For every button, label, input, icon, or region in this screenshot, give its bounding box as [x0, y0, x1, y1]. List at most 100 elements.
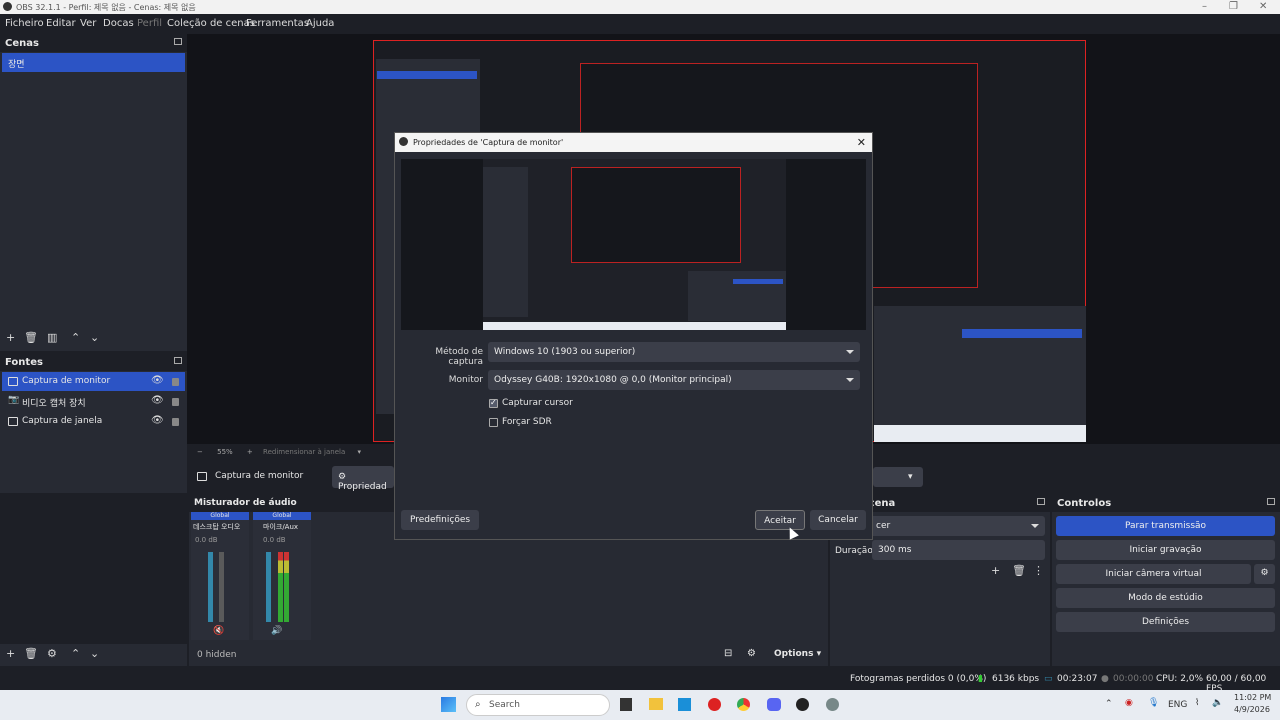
chevron-up-icon[interactable]: ⌃	[1105, 699, 1113, 709]
lock-icon[interactable]	[172, 418, 179, 426]
tray-app-icon[interactable]: ◉	[1125, 698, 1133, 708]
studio-mode-button[interactable]: Modo de estúdio	[1056, 588, 1275, 608]
clock-time[interactable]: 11:02 PM	[1234, 693, 1271, 702]
virtual-camera-settings-gear-icon[interactable]: ⚙	[1254, 564, 1275, 584]
properties-button[interactable]: ⚙ Propriedad	[332, 466, 394, 492]
camera-icon: 📷	[8, 395, 20, 405]
mini-taskbar	[874, 425, 1086, 442]
settings-taskbar-icon[interactable]	[826, 698, 839, 711]
capture-cursor-checkbox[interactable]	[489, 398, 498, 408]
dialog-preview	[401, 159, 866, 330]
store-icon[interactable]	[678, 698, 691, 711]
menu-ferramentas[interactable]: Ferramentas	[246, 18, 309, 29]
task-view-icon[interactable]	[620, 698, 632, 711]
window-titlebar: OBS 32.1.1 - Perfil: 제목 없음 - Cenas: 제목 없…	[0, 0, 1280, 14]
menu-colecao-cenas[interactable]: Coleção de cenas	[167, 18, 255, 29]
float-icon[interactable]	[1037, 498, 1045, 505]
trash-icon[interactable]: 🗑	[1012, 564, 1026, 577]
add-icon[interactable]: +	[6, 647, 15, 660]
toolbar-dropdown[interactable]: ▾	[873, 467, 923, 487]
options-button[interactable]: Options ▾	[774, 649, 821, 659]
controls-title: Controlos	[1052, 494, 1280, 512]
eye-icon[interactable]: 👁	[151, 395, 164, 406]
capture-cursor-label[interactable]: Capturar cursor	[502, 398, 573, 408]
channel-name[interactable]: 마이크/Aux	[263, 522, 298, 532]
menu-ficheiro[interactable]: Ficheiro	[5, 18, 44, 29]
move-down-icon[interactable]: ⌄	[90, 647, 99, 660]
advanced-audio-icon[interactable]: ⚙	[747, 648, 756, 659]
add-icon[interactable]: +	[6, 331, 15, 344]
start-virtual-camera-button[interactable]: Iniciar câmera virtual	[1056, 564, 1251, 584]
source-item[interactable]: Captura de janela 👁	[2, 412, 185, 431]
minimize-icon[interactable]: –	[1202, 1, 1207, 12]
discord-icon[interactable]	[767, 698, 781, 711]
settings-button[interactable]: Definições	[1056, 612, 1275, 632]
layout-icon[interactable]: ⊟	[724, 648, 732, 659]
add-icon[interactable]: +	[991, 564, 1000, 577]
speaker-icon[interactable]: 🔊	[271, 626, 282, 636]
zoom-out-icon[interactable]: −	[197, 448, 203, 456]
menu-editar[interactable]: Editar	[46, 18, 76, 29]
source-item[interactable]: Captura de monitor 👁	[2, 372, 185, 391]
force-sdr-label[interactable]: Forçar SDR	[502, 417, 552, 427]
eye-icon[interactable]: 👁	[151, 375, 164, 386]
source-item[interactable]: 📷 비디오 캡처 장치 👁	[2, 392, 185, 411]
volume-slider[interactable]	[208, 552, 213, 622]
menu-ajuda[interactable]: Ajuda	[306, 18, 334, 29]
move-down-icon[interactable]: ⌄	[90, 331, 99, 344]
transition-select[interactable]: cer	[870, 516, 1045, 536]
search-icon: ⌕	[475, 699, 481, 710]
clock-date[interactable]: 4/9/2026	[1234, 705, 1270, 714]
menu-ver[interactable]: Ver	[80, 18, 96, 29]
float-icon[interactable]	[1267, 498, 1275, 505]
move-up-icon[interactable]: ⌃	[71, 647, 80, 660]
defaults-button[interactable]: Predefinições	[401, 510, 479, 530]
microphone-icon[interactable]: 🎙	[1148, 698, 1159, 708]
resize-label[interactable]: Redimensionar à janela	[263, 448, 345, 456]
menu-docas[interactable]: Docas	[103, 18, 134, 29]
close-icon[interactable]: ✕	[1259, 1, 1267, 12]
float-icon[interactable]	[174, 357, 182, 364]
chevron-down-icon[interactable]: ▾	[358, 448, 362, 456]
muted-speaker-icon[interactable]: 🔇	[213, 626, 224, 636]
search-box[interactable]: ⌕ Search	[466, 694, 610, 716]
menu-perfil[interactable]: Perfil	[137, 18, 162, 29]
monitor-select[interactable]: Odyssey G40B: 1920x1080 @ 0,0 (Monitor p…	[488, 370, 860, 390]
force-sdr-checkbox[interactable]	[489, 418, 498, 427]
app-red-icon[interactable]	[708, 698, 721, 711]
scene-item[interactable]: 장면	[2, 53, 185, 72]
window-title: OBS 32.1.1 - Perfil: 제목 없음 - Cenas: 제목 없…	[16, 3, 196, 12]
trash-icon[interactable]: 🗑	[24, 331, 38, 344]
zoom-in-icon[interactable]: +	[247, 448, 253, 456]
restore-icon[interactable]: ❐	[1229, 1, 1238, 12]
float-icon[interactable]	[174, 38, 182, 45]
start-recording-button[interactable]: Iniciar gravação	[1056, 540, 1275, 560]
more-icon[interactable]: ⋮	[1033, 564, 1044, 577]
search-placeholder: Search	[489, 700, 520, 710]
eye-icon[interactable]: 👁	[151, 415, 164, 426]
close-icon[interactable]: ✕	[857, 136, 866, 149]
volume-icon[interactable]: 🔈	[1212, 698, 1223, 708]
mini-control	[733, 279, 783, 284]
accept-button[interactable]: Aceitar	[755, 510, 805, 530]
gear-icon[interactable]: ⚙	[47, 647, 57, 660]
volume-slider[interactable]	[266, 552, 271, 622]
trash-icon[interactable]: 🗑	[24, 647, 38, 660]
file-explorer-icon[interactable]	[649, 698, 663, 710]
lock-icon[interactable]	[172, 378, 179, 386]
network-icon[interactable]: ⌇	[1195, 698, 1199, 708]
chrome-icon[interactable]	[737, 698, 750, 711]
hidden-count: 0 hidden	[197, 650, 237, 660]
properties-dialog: Propriedades de 'Captura de monitor' ✕ M…	[394, 132, 873, 540]
channel-name[interactable]: 데스크탑 오디오	[193, 522, 240, 532]
language-indicator[interactable]: ENG	[1168, 700, 1187, 710]
windows-start-icon[interactable]	[441, 697, 456, 712]
capture-method-select[interactable]: Windows 10 (1903 ou superior)	[488, 342, 860, 362]
lock-icon[interactable]	[172, 398, 179, 406]
move-up-icon[interactable]: ⌃	[71, 331, 80, 344]
stop-streaming-button[interactable]: Parar transmissão	[1056, 516, 1275, 536]
obs-taskbar-icon[interactable]	[796, 698, 809, 711]
duration-input[interactable]: 300 ms	[872, 540, 1045, 560]
cancel-button[interactable]: Cancelar	[810, 510, 866, 530]
filter-icon[interactable]: ▥	[47, 331, 57, 344]
